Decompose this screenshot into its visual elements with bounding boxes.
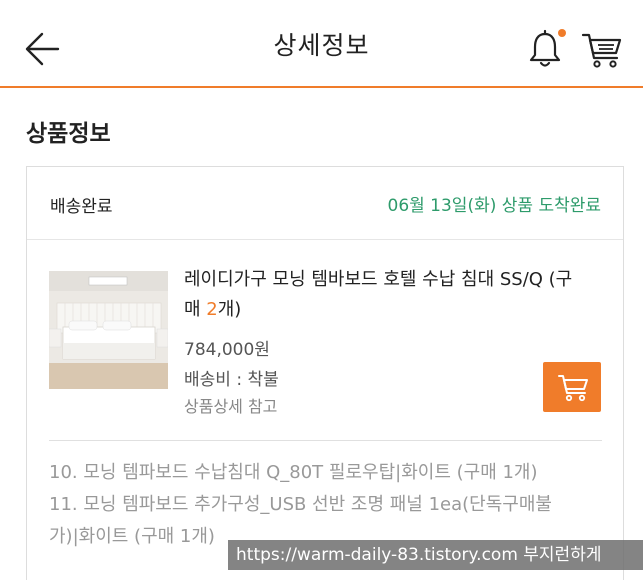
option-item: 10. 모닝 템파보드 수납침대 Q_80T 필로우탑|화이트 (구매 1개) bbox=[49, 462, 538, 483]
cart-button[interactable] bbox=[580, 30, 624, 70]
product-name-qty-prefix: 매 bbox=[184, 299, 207, 320]
detail-reference-note: 상품상세 참고 bbox=[184, 397, 278, 416]
product-price: 784,000원 bbox=[184, 340, 270, 360]
notification-badge-dot bbox=[558, 29, 566, 37]
cart-icon bbox=[558, 375, 588, 402]
option-list: 10. 모닝 템파보드 수납침대 Q_80T 필로우탑|화이트 (구매 1개) … bbox=[49, 457, 604, 553]
section-title: 상품정보 bbox=[26, 121, 111, 147]
product-quantity: 2 bbox=[206, 299, 218, 320]
product-name[interactable]: 레이디가구 모닝 템바보드 호텔 수납 침대 SS/Q (구 매 2개) bbox=[184, 265, 604, 325]
product-name-qty-suffix: 개) bbox=[217, 299, 242, 320]
shipping-fee: 배송비 : 착불 bbox=[184, 370, 279, 390]
top-header: 상세정보 bbox=[0, 0, 643, 88]
watermark: https://warm-daily-83.tistory.com 부지런하게 bbox=[228, 540, 643, 570]
product-name-line1: 레이디가구 모닝 템바보드 호텔 수납 침대 SS/Q (구 bbox=[184, 269, 573, 290]
divider bbox=[49, 440, 602, 441]
option-item: 11. 모닝 템파보드 추가구성_USB 선반 조명 패널 1ea(단독구매불 bbox=[49, 494, 552, 515]
cart-icon bbox=[581, 33, 622, 68]
order-card-header: 배송완료 06월 13일(화) 상품 도착완료 bbox=[27, 167, 623, 240]
delivery-date-info: 06월 13일(화) 상품 도착완료 bbox=[387, 196, 602, 216]
delivery-status-label: 배송완료 bbox=[50, 197, 113, 217]
order-card: 배송완료 06월 13일(화) 상품 도착완료 레이디가구 모닝 템바보드 호텔… bbox=[26, 166, 624, 580]
add-to-cart-button[interactable] bbox=[543, 362, 601, 412]
product-thumbnail[interactable] bbox=[49, 271, 168, 389]
